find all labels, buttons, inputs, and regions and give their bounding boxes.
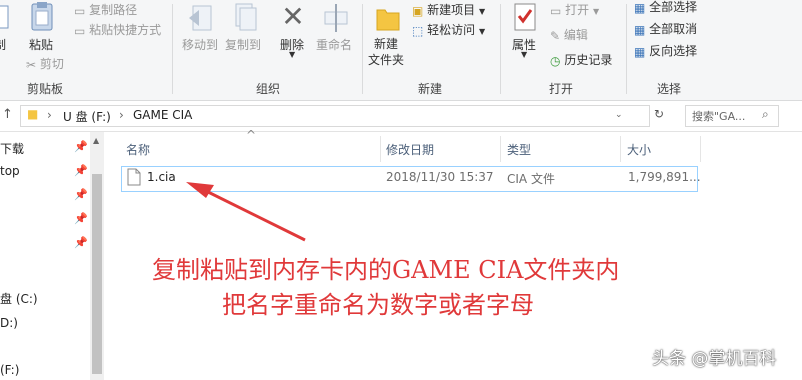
annotation-arrow-icon: [186, 182, 306, 242]
annotation-line-1: 复制粘贴到内存卡内的GAME CIA文件夹内: [152, 256, 620, 284]
annotation-line-2: 把名字重命名为数字或者字母: [222, 291, 534, 319]
watermark: 头条 @掌机百科: [652, 349, 777, 369]
